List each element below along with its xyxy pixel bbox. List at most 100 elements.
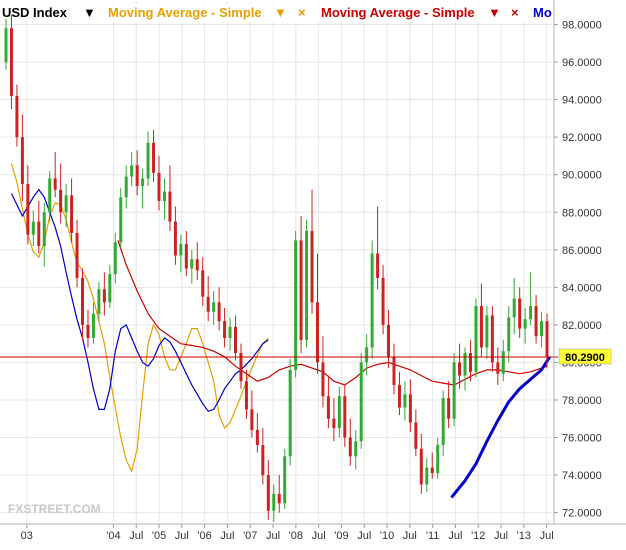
candle-body [419,448,423,485]
y-tick-label: 78.0000 [562,395,602,407]
candle-body [212,302,216,312]
candle-body [26,184,30,235]
ma2-dropdown-icon[interactable]: ▼ [488,5,501,20]
candle-body [255,430,259,446]
candle-body [4,28,8,63]
y-axis: 98.0000 96.0000 94.0000 92.0000 90.0000 88.00… [554,20,602,520]
candle-body [59,189,63,213]
candle-body [370,253,374,348]
candle-body [130,165,134,177]
candle-body [479,306,483,348]
candle-body [70,195,74,233]
x-tick-label: Jul [175,530,189,542]
ma1-dropdown-icon[interactable]: ▼ [274,5,287,20]
x-tick-label: '08 [289,530,303,542]
x-axis: 03 '04 Jul '05 Jul '06 Jul '07 Jul '08 Jul '09 Jul '1… [21,524,554,542]
candle-body [146,142,150,179]
candle-body [15,95,19,138]
candle-body [354,441,358,457]
x-tick-label: '09 [334,530,348,542]
symbol-dropdown-icon[interactable]: ▼ [83,5,96,20]
x-tick-label: Jul [357,530,371,542]
candle-body [310,231,314,303]
candle-body [102,289,106,303]
candle-body [512,298,516,318]
candle-body [441,398,445,446]
candle-body [348,437,352,457]
candle-body [321,362,325,397]
candle-body [48,178,52,213]
candle-body [184,244,188,269]
candle-body [468,353,472,372]
y-tick-label: 76.0000 [562,433,602,445]
candle-body [37,221,41,247]
ma3-label[interactable]: Mo [533,5,552,20]
candle-body [501,351,505,374]
ma1-label[interactable]: Moving Average - Simple [108,5,262,20]
last-price-badge: 80.2900 [558,348,612,365]
ma1-close-icon[interactable]: × [298,5,306,20]
x-tick-label: '04 [106,530,120,542]
ma-line-3 [10,188,269,412]
candle-body [223,321,227,339]
y-tick-label: 86.0000 [562,245,602,257]
candle-body [283,456,287,504]
candle-body [436,445,440,474]
symbol-name[interactable]: USD Index [2,5,68,20]
gridlines [0,2,552,522]
candle-body [518,298,522,329]
candle-body [452,362,456,419]
ma2-label[interactable]: Moving Average - Simple [321,5,475,20]
candle-body [201,270,205,297]
candle-body [490,315,494,363]
x-tick-label: '12 [471,530,485,542]
y-tick-label: 74.0000 [562,470,602,482]
x-tick-label: '10 [380,530,394,542]
candle-body [135,165,139,186]
candle-body [381,277,385,325]
y-tick-label: 84.0000 [562,282,602,294]
x-tick-label: '13 [517,530,531,542]
y-tick-label: 88.0000 [562,207,602,219]
candle-body [365,347,369,363]
x-tick-label: '05 [152,530,166,542]
candle-body [42,212,46,247]
usd-index-chart: FXSTREET.COM 98.0000 96.0000 94.0000 92.000… [0,0,626,542]
candle-body [272,493,276,511]
x-tick-label: Jul [129,530,143,542]
candle-body [97,289,101,314]
candle-body [523,319,527,329]
candle-body [425,467,429,485]
x-tick-label: 03 [21,530,33,542]
x-tick-label: Jul [494,530,508,542]
legend: USD Index ▼ Moving Average - Simple ▼ × … [2,5,552,20]
candle-body [228,326,232,339]
candle-body [217,302,221,322]
candle-body [529,306,533,320]
candle-body [403,394,407,408]
candle-body [545,321,549,357]
y-tick-label: 96.0000 [562,57,602,69]
candle-body [376,253,380,278]
candle-body [266,475,270,511]
candle-body [31,221,35,235]
candle-body [152,142,156,173]
candle-body [91,313,95,339]
fxstreet-watermark: FXSTREET.COM [8,502,101,516]
candle-body [534,306,538,337]
candle-body [108,274,112,303]
candle-body [299,240,303,340]
candle-body [86,324,90,339]
ma2-close-icon[interactable]: × [511,5,519,20]
x-tick-label: Jul [220,530,234,542]
y-tick-label: 90.0000 [562,170,602,182]
candle-body [430,467,434,474]
candle-body [463,353,467,376]
candle-body [507,317,511,352]
x-tick-label: Jul [403,530,417,542]
candle-body [408,394,412,423]
candle-body [496,362,500,374]
candle-body [540,321,544,337]
candle-body [392,356,396,385]
candle-body [9,28,13,96]
